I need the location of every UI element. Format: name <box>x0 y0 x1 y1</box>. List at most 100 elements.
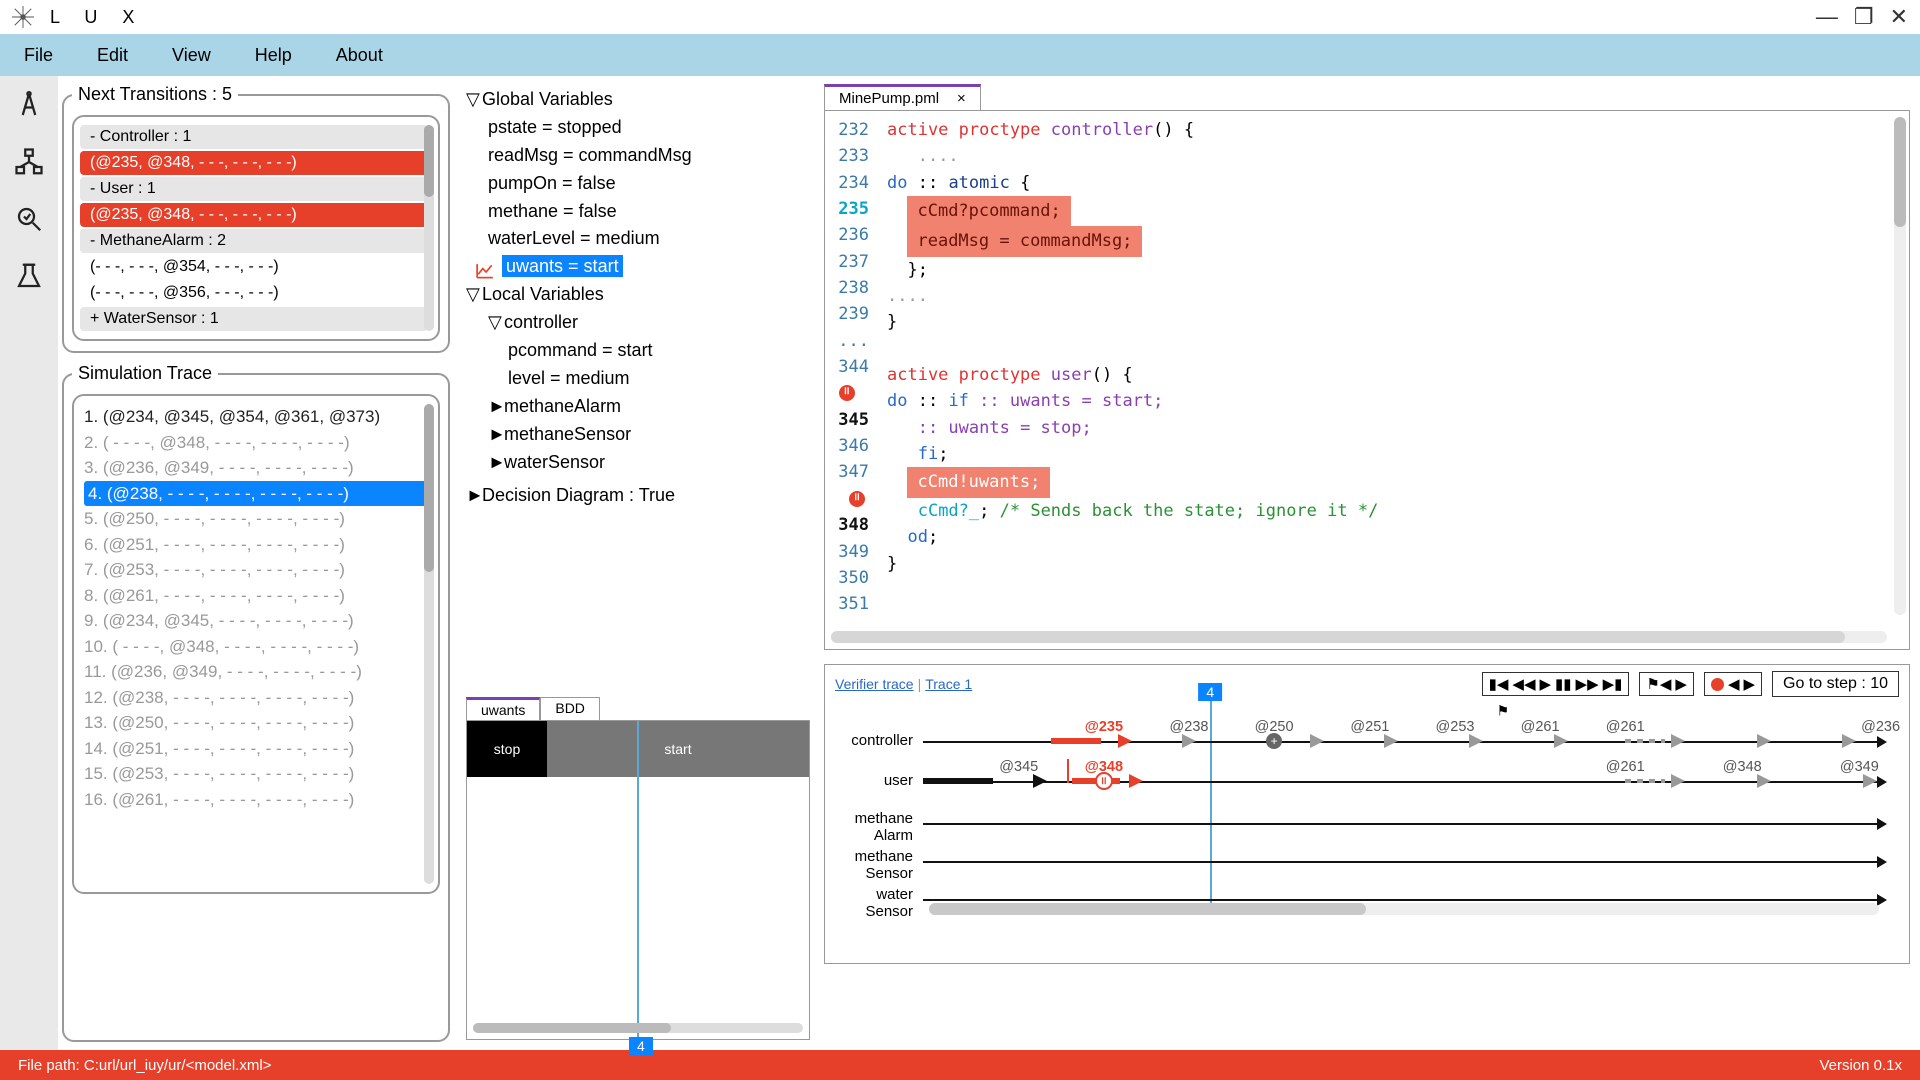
global-var-highlight[interactable]: uwants = start <box>466 253 810 281</box>
timeline-panel: Verifier trace | Trace 1 ▮◀ ◀◀ ▶ ▮▮ ▶▶ ▶… <box>824 664 1910 964</box>
flag-forward-icon[interactable]: ▶ <box>1675 675 1687 693</box>
locals-controller[interactable]: ▽controller <box>466 309 810 337</box>
code-vertical-scrollbar[interactable] <box>1894 117 1906 615</box>
step-to-end-icon[interactable]: ▶▮ <box>1603 675 1623 693</box>
locals-header[interactable]: ▽Local Variables <box>466 281 810 309</box>
trace-row[interactable]: 16. (@261, - - - -, - - - -, - - - -, - … <box>84 787 428 813</box>
trace-row[interactable]: 12. (@238, - - - -, - - - -, - - - -, - … <box>84 685 428 711</box>
trace-row[interactable]: 14. (@251, - - - -, - - - -, - - - -, - … <box>84 736 428 762</box>
flag-back-icon[interactable]: ⚑◀ <box>1646 675 1671 693</box>
lane-methane-alarm <box>923 823 1881 825</box>
decision-diagram[interactable]: ►Decision Diagram : True <box>466 482 810 510</box>
timeline-step-cursor[interactable] <box>1210 701 1212 905</box>
uwants-scrollbar[interactable] <box>473 1023 803 1033</box>
transition-row[interactable]: (@235, @348, - - -, - - -, - - -) <box>80 151 428 175</box>
step-back-start-icon[interactable]: ▮◀ <box>1489 675 1509 693</box>
compass-tool-icon[interactable] <box>14 90 44 123</box>
event-arrow-icon <box>1863 774 1877 788</box>
global-var: waterLevel = medium <box>466 225 810 253</box>
trace-row[interactable]: 13. (@250, - - - -, - - - -, - - - -, - … <box>84 710 428 736</box>
maximize-icon[interactable]: ❐ <box>1854 4 1874 30</box>
trace-list[interactable]: 1. (@234, @345, @354, @361, @373) 2. ( -… <box>78 402 434 814</box>
trace-row[interactable]: 10. ( - - - -, @348, - - - -, - - - -, -… <box>84 634 428 660</box>
tab-bdd[interactable]: BDD <box>540 697 600 720</box>
play-icon[interactable]: ▶ <box>1539 675 1551 693</box>
code-horizontal-scrollbar[interactable] <box>831 631 1887 643</box>
pause-node-icon[interactable]: ⅠⅠ <box>1095 772 1113 790</box>
breakpoint-icon[interactable]: ⅠⅠ <box>849 491 865 507</box>
locals-node[interactable]: ►methaneSensor <box>466 421 810 449</box>
timeline-scrollbar[interactable] <box>929 903 1879 915</box>
file-tab[interactable]: MinePump.pml × <box>824 84 981 110</box>
flag-controls: ⚑◀ ▶ <box>1639 672 1694 696</box>
rewind-icon[interactable]: ◀◀ <box>1512 675 1535 693</box>
next-transitions-panel: Next Transitions : 5 - Controller : 1 (@… <box>62 84 450 353</box>
trace-row[interactable]: 5. (@250, - - - -, - - - -, - - - -, - -… <box>84 506 428 532</box>
global-var: methane = false <box>466 198 810 226</box>
transition-group[interactable]: - Controller : 1 <box>80 125 428 149</box>
trace-row[interactable]: 6. (@251, - - - -, - - - -, - - - -, - -… <box>84 532 428 558</box>
trace-row-selected[interactable]: 4. (@238, - - - -, - - - -, - - - -, - -… <box>84 481 428 507</box>
trace-row[interactable]: 11. (@236, @349, - - - -, - - - -, - - -… <box>84 659 428 685</box>
variables-tree: ▽Global Variables pstate = stopped readM… <box>466 86 810 510</box>
editor-tabs: MinePump.pml × <box>824 84 1910 110</box>
breakpoint-icon[interactable]: ⅠⅠ <box>839 385 855 401</box>
global-var: pstate = stopped <box>466 114 810 142</box>
timeline-step-badge: 4 <box>1198 683 1222 701</box>
menu-about[interactable]: About <box>336 45 383 66</box>
event-arrow-icon <box>1554 734 1568 748</box>
globals-header[interactable]: ▽Global Variables <box>466 86 810 114</box>
locals-node[interactable]: ►waterSensor <box>466 449 810 477</box>
event-arrow-icon <box>1469 734 1483 748</box>
uwants-chart: stop start 4 <box>466 720 810 1040</box>
trace-row[interactable]: 3. (@236, @349, - - - -, - - - -, - - - … <box>84 455 428 481</box>
record-forward-icon[interactable]: ▶ <box>1744 675 1756 693</box>
transitions-scrollbar[interactable] <box>424 125 434 331</box>
trace-row[interactable]: 7. (@253, - - - -, - - - -, - - - -, - -… <box>84 557 428 583</box>
trace-row[interactable]: 15. (@253, - - - -, - - - -, - - - -, - … <box>84 761 428 787</box>
tab-uwants[interactable]: uwants <box>466 697 540 720</box>
event-arrow-icon <box>1842 734 1856 748</box>
active-line: readMsg = commandMsg; <box>907 226 1142 256</box>
gutter: 232 233 234 235 236 237 238 239 ... 344 … <box>825 111 877 649</box>
status-bar: File path: C:url/url_iuy/ur/<model.xml> … <box>0 1050 1920 1080</box>
menu-view[interactable]: View <box>172 45 211 66</box>
trace-row[interactable]: 9. (@234, @345, - - - -, - - - -, - - - … <box>84 608 428 634</box>
locals-node[interactable]: ►methaneAlarm <box>466 393 810 421</box>
transition-group[interactable]: + WaterSensor : 1 <box>80 307 428 331</box>
chart-icon <box>476 260 494 276</box>
playback-controls: ▮◀ ◀◀ ▶ ▮▮ ▶▶ ▶▮ <box>1482 672 1630 696</box>
transition-row[interactable]: (- - -, - - -, @356, - - -, - - -) <box>80 281 428 305</box>
transition-group[interactable]: - MethaneAlarm : 2 <box>80 229 428 253</box>
trace-row[interactable]: 2. ( - - - -, @348, - - - -, - - - -, - … <box>84 430 428 456</box>
fast-forward-icon[interactable]: ▶▶ <box>1576 675 1599 693</box>
timeline-body[interactable]: 4 controller @235 @238 @250 + @251 @253 … <box>835 709 1899 919</box>
close-icon[interactable]: ✕ <box>1890 4 1908 30</box>
record-icon[interactable] <box>1711 678 1724 691</box>
right-panel: MinePump.pml × 232 233 234 235 236 237 2… <box>818 76 1920 1050</box>
transition-row[interactable]: (- - -, - - -, @354, - - -, - - -) <box>80 255 428 279</box>
flask-tool-icon[interactable] <box>14 261 44 294</box>
code-editor[interactable]: 232 233 234 235 236 237 238 239 ... 344 … <box>824 110 1910 650</box>
trace-row[interactable]: 8. (@261, - - - -, - - - -, - - - -, - -… <box>84 583 428 609</box>
transition-group[interactable]: - User : 1 <box>80 177 428 201</box>
search-tool-icon[interactable] <box>14 204 44 237</box>
code-body[interactable]: active proctype controller() { .... do :… <box>877 111 1388 649</box>
record-back-icon[interactable]: ◀ <box>1728 675 1740 693</box>
trace-scrollbar[interactable] <box>424 404 434 884</box>
minimize-icon[interactable]: ― <box>1816 4 1838 30</box>
transition-row[interactable]: (@235, @348, - - -, - - -, - - -) <box>80 203 428 227</box>
menu-file[interactable]: File <box>24 45 53 66</box>
flag-icon: ⚑ <box>1497 703 1510 720</box>
timeline-tab-trace1[interactable]: Trace 1 <box>925 676 972 692</box>
event-arrow-icon <box>1671 774 1685 788</box>
diagram-tool-icon[interactable] <box>14 147 44 180</box>
pause-icon[interactable]: ▮▮ <box>1555 675 1572 693</box>
plus-node-icon[interactable]: + <box>1266 733 1282 749</box>
menu-edit[interactable]: Edit <box>97 45 128 66</box>
trace-row[interactable]: 1. (@234, @345, @354, @361, @373) <box>84 404 428 430</box>
file-tab-close-icon[interactable]: × <box>957 90 966 107</box>
menu-help[interactable]: Help <box>255 45 292 66</box>
timeline-tab-verifier[interactable]: Verifier trace <box>835 676 914 692</box>
goto-step-input[interactable]: Go to step : 10 <box>1772 671 1899 697</box>
